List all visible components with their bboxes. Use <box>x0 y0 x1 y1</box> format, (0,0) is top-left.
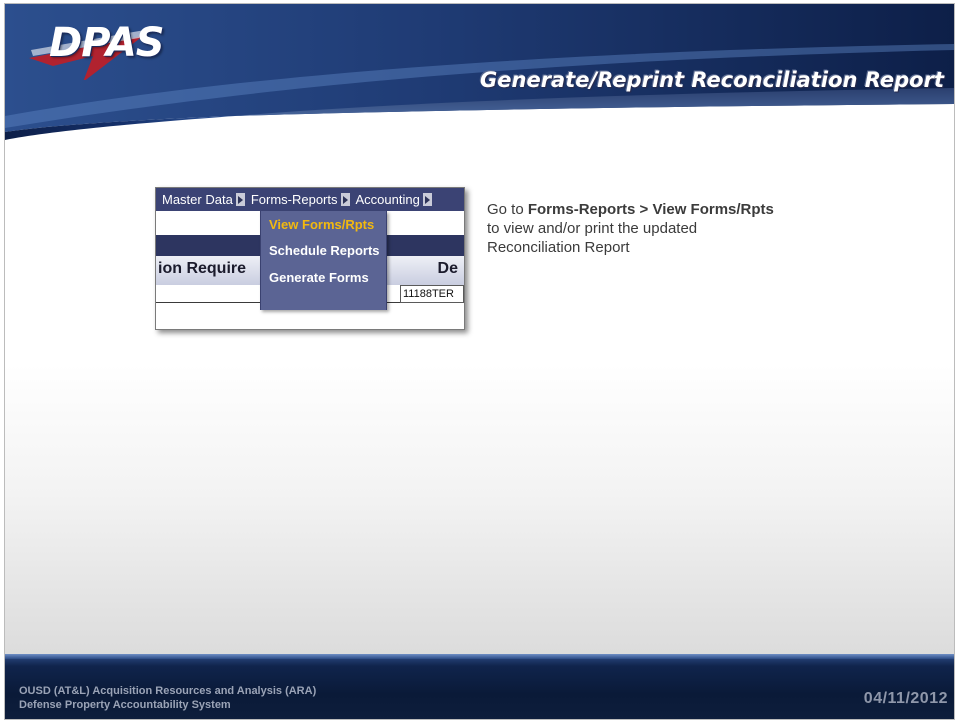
column-header-description: De <box>437 260 458 277</box>
footer-org-line-2: Defense Property Accountability System <box>19 699 231 711</box>
instruction-prefix: Go to <box>487 201 528 218</box>
column-header-requirement: ion Require <box>158 260 247 277</box>
slide: DPAS Generate/Reprint Reconciliation Rep… <box>4 3 955 720</box>
menu-forms-reports[interactable]: Forms-Reports <box>245 192 350 207</box>
submenu-arrow-icon <box>235 193 245 206</box>
menu-master-data[interactable]: Master Data <box>156 192 245 207</box>
menu-label: Forms-Reports <box>250 192 338 207</box>
forms-reports-dropdown: View Forms/Rpts Schedule Reports Generat… <box>260 211 387 310</box>
menu-screenshot: Master Data Forms-Reports Accounting ion… <box>155 187 465 330</box>
menu-item-generate-forms[interactable]: Generate Forms <box>269 270 369 285</box>
submenu-arrow-icon <box>422 193 432 206</box>
menu-accounting[interactable]: Accounting <box>350 192 432 207</box>
logo-text: DPAS <box>49 20 165 66</box>
instruction-rest: to view and/or print the updated Reconci… <box>487 220 698 256</box>
footer-org-line-1: OUSD (AT&L) Acquisition Resources and An… <box>19 685 317 697</box>
menu-item-view-forms-rpts[interactable]: View Forms/Rpts <box>269 217 374 232</box>
footer-date: 04/11/2012 <box>863 690 948 707</box>
header-banner: DPAS Generate/Reprint Reconciliation Rep… <box>5 4 954 144</box>
menu-label: Accounting <box>355 192 420 207</box>
footer-organization: OUSD (AT&L) Acquisition Resources and An… <box>19 684 316 712</box>
slide-title: Generate/Reprint Reconciliation Report <box>480 68 944 92</box>
menu-label: Master Data <box>162 192 233 207</box>
submenu-arrow-icon <box>340 193 350 206</box>
dpas-logo: DPAS <box>23 10 165 80</box>
table-cell: 11188TER <box>400 285 464 303</box>
background-gradient <box>5 364 954 654</box>
menu-item-schedule-reports[interactable]: Schedule Reports <box>269 243 380 258</box>
instruction-text: Go to Forms-Reports > View Forms/Rpts to… <box>487 200 867 257</box>
menu-bar: Master Data Forms-Reports Accounting <box>156 188 464 211</box>
instruction-path: Forms-Reports > View Forms/Rpts <box>527 201 774 218</box>
footer-divider <box>5 654 954 659</box>
